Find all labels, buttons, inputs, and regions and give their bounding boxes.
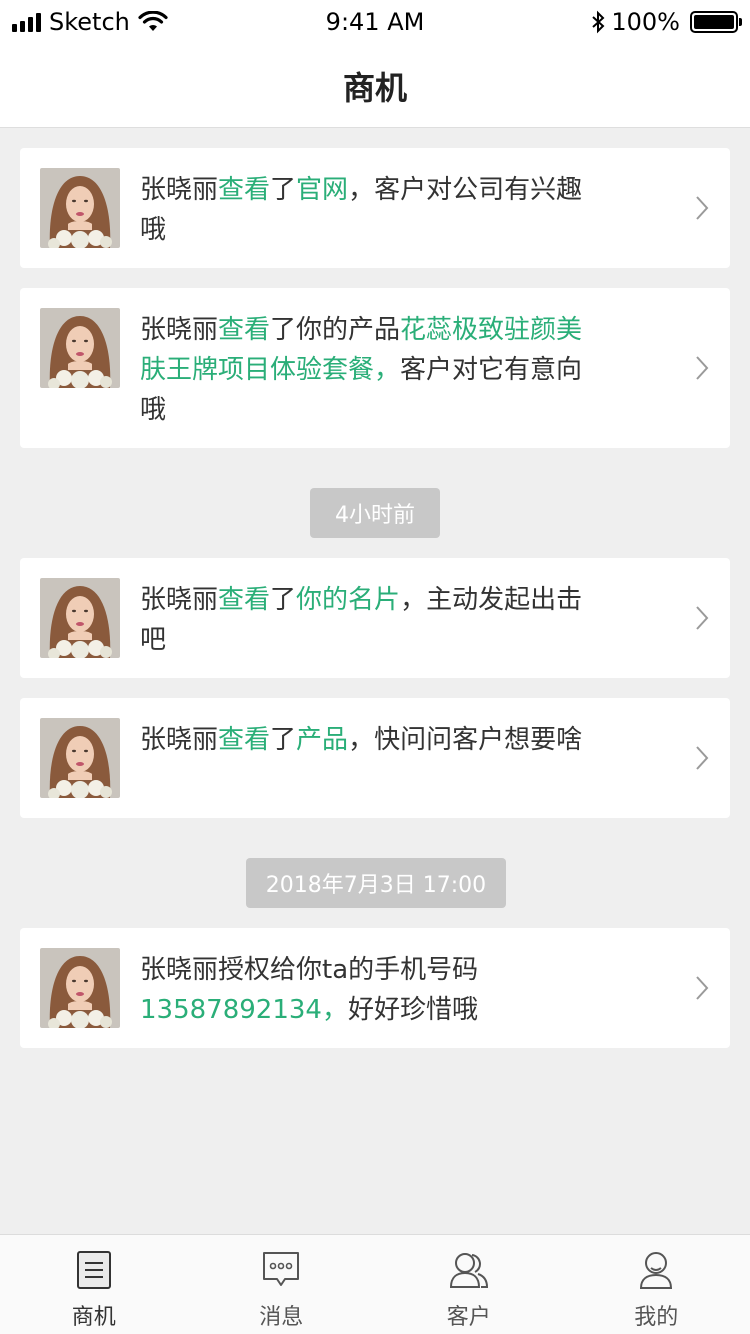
time-label: 2018年7月3日 17:00	[246, 858, 506, 908]
battery-percent: 100%	[611, 8, 680, 36]
message-icon	[263, 1252, 300, 1286]
customers-icon	[449, 1253, 488, 1288]
profile-icon	[640, 1252, 673, 1289]
tab-label: 商机	[71, 1305, 116, 1330]
chevron-right-icon	[696, 976, 709, 1000]
rest-text: ，快问问客户想要啥	[348, 725, 583, 755]
avatar	[40, 578, 120, 658]
visitor-name: 张晓丽	[140, 315, 219, 345]
tab-messages[interactable]: 消息	[188, 1235, 376, 1334]
action-text: 查看	[218, 585, 271, 615]
tab-label: 消息	[259, 1305, 304, 1330]
mid-text: 了	[270, 175, 297, 205]
list-item[interactable]: 张晓丽查看了官网，客户对公司有兴趣哦	[20, 148, 730, 268]
tab-label: 客户	[446, 1305, 491, 1330]
tab-bar: 商机 消息 客户 我的	[0, 1234, 750, 1334]
chevron-right-icon	[696, 356, 709, 380]
mid-text: 了你的产品	[270, 315, 401, 345]
chevron-right-icon	[696, 606, 709, 630]
card-text: 张晓丽授权给你ta的手机号码 13587892134，好好珍惜哦	[140, 950, 590, 1030]
rest-text: 好好珍惜哦	[347, 995, 478, 1025]
avatar	[40, 718, 120, 798]
visitor-name: 张晓丽	[140, 175, 219, 205]
avatar	[40, 308, 120, 388]
target-text: 官网	[296, 175, 349, 205]
tab-opportunities[interactable]: 商机	[0, 1235, 188, 1334]
avatar	[40, 168, 120, 248]
list-icon	[76, 1251, 111, 1289]
avatar	[40, 948, 120, 1028]
mid-text: 了	[270, 725, 297, 755]
page-title: 商机	[342, 68, 407, 107]
chevron-right-icon	[696, 196, 709, 220]
visitor-name: 张晓丽	[140, 955, 219, 985]
card-text: 张晓丽查看了你的产品花蕊极致驻颜美肤王牌项目体验套餐，客户对它有意向哦	[140, 310, 590, 430]
time-label: 4小时前	[310, 488, 440, 538]
list-item[interactable]: 张晓丽查看了产品，快问问客户想要啥	[20, 698, 730, 818]
status-bar: Sketch 9:41 AM 100%	[0, 0, 750, 44]
tab-label: 我的	[634, 1305, 679, 1330]
tab-customers[interactable]: 客户	[375, 1235, 563, 1334]
target-text: 你的名片	[296, 585, 401, 615]
chevron-right-icon	[696, 746, 709, 770]
tab-profile[interactable]: 我的	[563, 1235, 750, 1334]
action-text: 查看	[218, 315, 271, 345]
visitor-name: 张晓丽	[140, 725, 219, 755]
card-text: 张晓丽查看了产品，快问问客户想要啥	[140, 720, 590, 760]
target-text: 13587892134，	[140, 995, 348, 1025]
list-item[interactable]: 张晓丽查看了你的名片，主动发起出击吧	[20, 558, 730, 678]
visitor-name: 张晓丽	[140, 585, 219, 615]
target-text: 产品	[296, 725, 349, 755]
mid-text: 了	[270, 585, 297, 615]
bluetooth-icon	[592, 10, 605, 34]
status-right: 100%	[591, 8, 742, 36]
list-item[interactable]: 张晓丽授权给你ta的手机号码 13587892134，好好珍惜哦	[20, 928, 730, 1048]
nav-bar: 商机	[0, 44, 750, 128]
battery-icon	[690, 11, 742, 33]
action-text: 查看	[218, 725, 271, 755]
action-text: 查看	[218, 175, 271, 205]
card-text: 张晓丽查看了官网，客户对公司有兴趣哦	[140, 170, 590, 250]
mid-text: 授权给你ta的手机号码	[218, 955, 479, 985]
card-text: 张晓丽查看了你的名片，主动发起出击吧	[140, 580, 590, 660]
list-item[interactable]: 张晓丽查看了你的产品花蕊极致驻颜美肤王牌项目体验套餐，客户对它有意向哦	[20, 288, 730, 448]
